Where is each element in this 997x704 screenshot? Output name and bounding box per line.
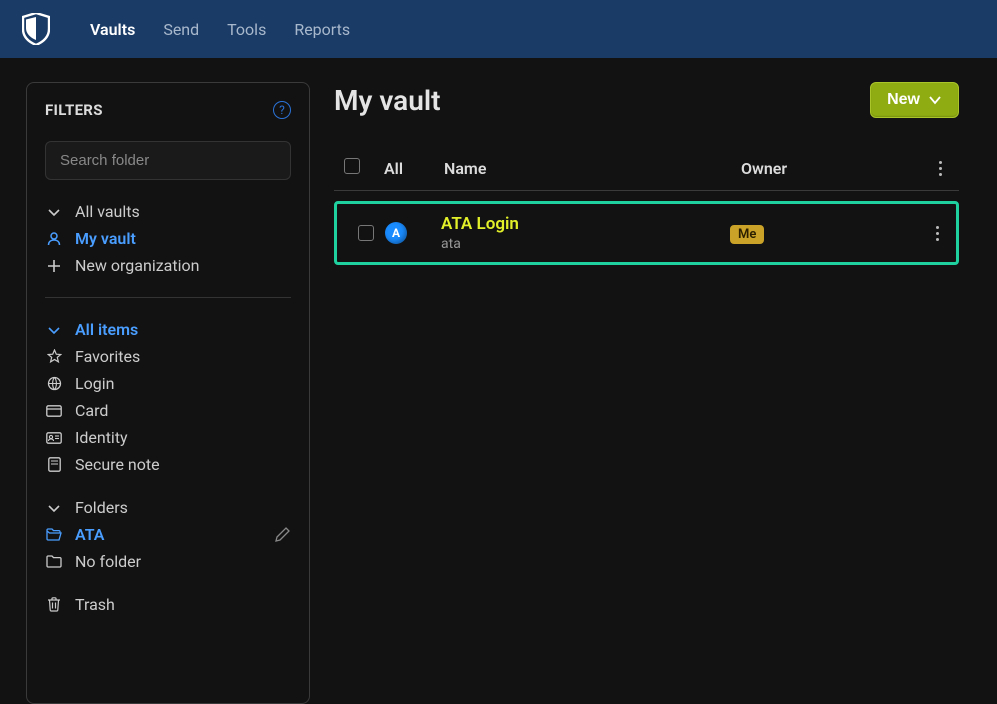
sidebar: FILTERS ? All vaults My vault bbox=[26, 82, 310, 704]
sidebar-item-label: Secure note bbox=[75, 455, 160, 474]
card-icon bbox=[45, 402, 63, 420]
edit-folder-icon[interactable] bbox=[273, 526, 291, 544]
sidebar-all-vaults[interactable]: All vaults bbox=[45, 198, 291, 225]
sidebar-login[interactable]: Login bbox=[45, 370, 291, 397]
new-button[interactable]: New bbox=[870, 82, 959, 118]
page-title: My vault bbox=[334, 84, 441, 117]
item-avatar-icon: A bbox=[385, 222, 407, 244]
sidebar-item-label: Card bbox=[75, 401, 108, 420]
sidebar-secure-note[interactable]: Secure note bbox=[45, 451, 291, 478]
column-all[interactable]: All bbox=[384, 159, 403, 178]
nav-tools[interactable]: Tools bbox=[227, 20, 266, 39]
sidebar-item-label: Trash bbox=[75, 595, 115, 614]
app-logo bbox=[20, 11, 52, 47]
sidebar-folder-ata[interactable]: ATA bbox=[45, 521, 104, 548]
id-icon bbox=[45, 429, 63, 447]
chevron-down-icon bbox=[45, 499, 63, 517]
owner-badge: Me bbox=[730, 225, 764, 244]
sidebar-item-label: New organization bbox=[75, 256, 199, 275]
column-owner: Owner bbox=[741, 159, 787, 178]
nav-vaults[interactable]: Vaults bbox=[90, 20, 135, 39]
nav-reports[interactable]: Reports bbox=[294, 20, 350, 39]
item-name[interactable]: ATA Login bbox=[441, 214, 730, 234]
sidebar-item-label: All items bbox=[75, 320, 138, 339]
filters-title: FILTERS bbox=[45, 101, 103, 119]
chevron-down-icon bbox=[928, 95, 942, 105]
globe-icon bbox=[45, 375, 63, 393]
sidebar-item-label: Identity bbox=[75, 428, 128, 447]
new-button-label: New bbox=[887, 91, 920, 109]
sidebar-item-label: No folder bbox=[75, 552, 141, 571]
table-row[interactable]: A ATA Login ata Me bbox=[337, 204, 956, 262]
chevron-down-icon bbox=[45, 203, 63, 221]
sidebar-item-label: All vaults bbox=[75, 202, 140, 221]
star-icon bbox=[45, 348, 63, 366]
select-all-checkbox[interactable] bbox=[344, 158, 360, 174]
sidebar-item-label: Folders bbox=[75, 498, 128, 517]
top-nav: Vaults Send Tools Reports bbox=[0, 0, 997, 58]
main-content: My vault New All Name Owner bbox=[334, 82, 997, 704]
sidebar-no-folder[interactable]: No folder bbox=[45, 548, 291, 575]
sidebar-item-label: Favorites bbox=[75, 347, 140, 366]
sidebar-new-org[interactable]: New organization bbox=[45, 252, 291, 279]
sidebar-identity[interactable]: Identity bbox=[45, 424, 291, 451]
folder-icon bbox=[45, 553, 63, 571]
sidebar-item-label: Login bbox=[75, 374, 114, 393]
sidebar-item-label: ATA bbox=[75, 525, 104, 544]
row-checkbox[interactable] bbox=[358, 225, 374, 241]
trash-icon bbox=[45, 596, 63, 614]
search-input[interactable] bbox=[45, 141, 291, 180]
sidebar-favorites[interactable]: Favorites bbox=[45, 343, 291, 370]
sidebar-item-label: My vault bbox=[75, 229, 136, 248]
sidebar-trash[interactable]: Trash bbox=[45, 591, 291, 618]
folder-open-icon bbox=[45, 526, 63, 544]
chevron-down-icon bbox=[45, 321, 63, 339]
items-table: All Name Owner bbox=[334, 146, 959, 191]
divider bbox=[45, 297, 291, 298]
sidebar-my-vault[interactable]: My vault bbox=[45, 225, 291, 252]
column-name: Name bbox=[444, 159, 486, 178]
nav-send[interactable]: Send bbox=[163, 20, 199, 39]
help-icon[interactable]: ? bbox=[273, 101, 291, 119]
row-more-icon[interactable] bbox=[928, 224, 946, 242]
sidebar-folders-header[interactable]: Folders bbox=[45, 494, 291, 521]
note-icon bbox=[45, 456, 63, 474]
sidebar-all-items[interactable]: All items bbox=[45, 316, 291, 343]
plus-icon bbox=[45, 257, 63, 275]
shield-icon bbox=[22, 13, 50, 45]
table-row-highlighted: A ATA Login ata Me bbox=[334, 201, 959, 265]
person-icon bbox=[45, 230, 63, 248]
item-subtitle: ata bbox=[441, 236, 730, 252]
header-more-icon[interactable] bbox=[931, 159, 949, 177]
sidebar-card[interactable]: Card bbox=[45, 397, 291, 424]
